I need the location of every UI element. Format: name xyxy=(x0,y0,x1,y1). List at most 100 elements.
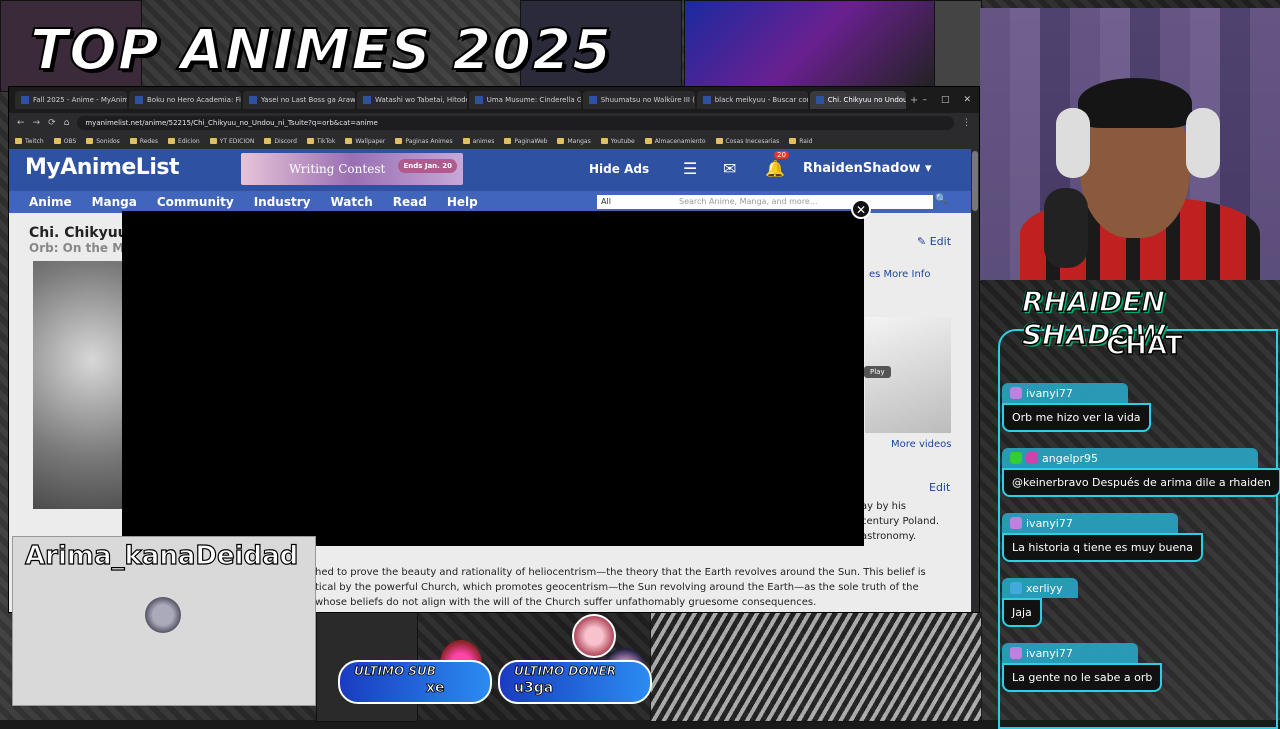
synopsis-edit-link[interactable]: Edit xyxy=(929,481,950,494)
mail-icon[interactable]: ✉ xyxy=(723,159,736,178)
more-info-tab[interactable]: es More Info xyxy=(869,269,930,280)
tab-label: black meikyuu - Buscar con xyxy=(714,96,808,104)
nav-item-help[interactable]: Help xyxy=(447,195,478,209)
folder-icon xyxy=(168,138,176,144)
minimize-icon[interactable]: – xyxy=(922,95,927,105)
search-icon[interactable]: 🔍 xyxy=(935,194,947,205)
bookmark-item[interactable]: TikTok xyxy=(306,138,335,145)
flower-emblem-icon xyxy=(572,614,616,658)
bookmark-item[interactable]: Cosas Inecesarias xyxy=(715,137,780,145)
bookmark-label: Sonidos xyxy=(96,137,120,145)
maximize-icon[interactable]: □ xyxy=(941,95,950,105)
extensions-icon[interactable]: ⋮ xyxy=(962,118,971,128)
sub-badge-icon xyxy=(1010,517,1022,529)
home-icon[interactable]: ⌂ xyxy=(64,118,70,128)
chat-username-bar: angelpr95 xyxy=(1002,448,1258,468)
tab-label: Fall 2025 - Anime - MyAnime xyxy=(33,96,127,104)
tab-favicon-icon xyxy=(249,96,257,104)
close-icon[interactable]: ✕ xyxy=(963,95,971,105)
anime-poster[interactable] xyxy=(33,261,131,509)
bookmark-item[interactable]: YT EDICION xyxy=(209,137,255,145)
folder-icon xyxy=(264,138,272,144)
browser-tab[interactable]: Fall 2025 - Anime - MyAnime xyxy=(15,91,127,109)
writing-contest-banner[interactable]: Writing Contest Ends Jan. 20 xyxy=(241,153,463,185)
bell-icon[interactable]: 🔔 xyxy=(765,159,785,178)
bookmark-label: Discord xyxy=(274,137,297,145)
bookmark-label: Wallpaper xyxy=(355,137,386,145)
synopsis-text: hed to prove the beauty and rationality … xyxy=(315,565,926,610)
folder-icon xyxy=(86,138,94,144)
synopsis-right-line: century Poland. xyxy=(861,516,940,527)
nav-item-industry[interactable]: Industry xyxy=(254,195,311,209)
folder-icon xyxy=(557,138,565,144)
new-tab-button[interactable]: + xyxy=(908,95,921,106)
bookmark-item[interactable]: PaginaWeb xyxy=(504,138,547,145)
last-sub-label: ULTIMO SUB xyxy=(354,664,437,679)
back-icon[interactable]: ← xyxy=(17,118,25,128)
browser-tab[interactable]: black meikyuu - Buscar con xyxy=(696,91,808,109)
chat-username-bar: ivanyi77 xyxy=(1002,383,1128,403)
bookmark-label: Redes xyxy=(139,137,159,145)
bookmark-label: YT EDICION xyxy=(219,137,255,145)
browser-tab[interactable]: Watashi wo Tabetai, Hitode xyxy=(357,91,467,109)
url-field[interactable]: myanimelist.net/anime/52215/Chi_Chikyuu_… xyxy=(77,116,954,130)
browser-tab[interactable]: Uma Musume: Cinderella Gr xyxy=(468,91,581,109)
bookmark-label: Cosas Inecesarias xyxy=(725,137,780,145)
nav-item-watch[interactable]: Watch xyxy=(330,195,372,209)
edit-link[interactable]: ✎ Edit xyxy=(917,235,951,248)
bookmark-item[interactable]: Mangas xyxy=(557,138,591,145)
browser-tab[interactable]: Yasei no Last Boss ga Arawa xyxy=(243,91,355,109)
window-controls: – □ ✕ xyxy=(922,95,979,105)
bookmark-label: Edicion xyxy=(178,137,200,145)
bookmark-item[interactable]: OBS xyxy=(53,138,76,145)
sub-badge-icon xyxy=(1010,582,1022,594)
sub-badge-icon xyxy=(1010,387,1022,399)
bookmark-item[interactable]: animes xyxy=(462,138,494,145)
microphone-icon xyxy=(1044,188,1088,268)
bookmark-item[interactable]: Redes xyxy=(129,137,159,145)
folder-icon xyxy=(504,138,512,144)
bookmark-item[interactable]: Edicion xyxy=(168,138,200,145)
tab-favicon-icon xyxy=(474,96,483,104)
bookmark-item[interactable]: Almacenamiento xyxy=(644,138,706,145)
bookmark-item[interactable]: Youtube xyxy=(600,138,635,145)
browser-tab[interactable]: Chi. Chikyuu no Undou xyxy=(809,91,906,109)
play-button[interactable]: Play xyxy=(864,366,891,378)
video-player[interactable] xyxy=(122,211,864,546)
chat-message: ivanyi77 La gente no le sabe a orb xyxy=(1002,643,1163,692)
browser-tab[interactable]: Boku no Hero Academia: Fin xyxy=(129,91,241,109)
tab-favicon-icon xyxy=(588,96,597,104)
nav-item-manga[interactable]: Manga xyxy=(92,195,137,209)
close-video-icon[interactable]: ✕ xyxy=(851,199,871,219)
bookmark-item[interactable]: Wallpaper xyxy=(345,138,385,145)
nav-item-anime[interactable]: Anime xyxy=(29,195,72,209)
search-category-select[interactable]: All xyxy=(597,195,675,209)
page-scrollbar[interactable] xyxy=(971,149,979,612)
bookmark-item[interactable]: Twitch xyxy=(15,138,44,145)
search-input[interactable]: Search Anime, Manga, and more... xyxy=(675,195,933,209)
bookmark-item[interactable]: Discord xyxy=(264,138,297,145)
browser-tab[interactable]: Shuumatsu no Walküre III (T xyxy=(582,91,695,109)
hide-ads-link[interactable]: Hide Ads xyxy=(589,162,649,176)
user-menu[interactable]: RhaidenShadow ▾ xyxy=(803,161,932,176)
tab-label: Yasei no Last Boss ga Arawa xyxy=(261,96,355,104)
list-icon[interactable]: ☰ xyxy=(683,159,697,178)
mal-nav: Anime Manga Community Industry Watch Read Help… xyxy=(9,191,979,213)
forward-icon[interactable]: → xyxy=(33,118,41,128)
folder-icon xyxy=(209,138,217,144)
headset-right-icon xyxy=(1186,108,1220,178)
scrollbar-thumb[interactable] xyxy=(972,151,978,211)
bookmark-item[interactable]: Raid xyxy=(789,138,812,145)
bookmark-item[interactable]: Sonidos xyxy=(86,138,120,145)
folder-icon xyxy=(306,138,314,144)
more-videos-link[interactable]: More videos xyxy=(891,439,952,450)
chat-text: La historia q tiene es muy buena xyxy=(1002,533,1203,562)
chat-username: ivanyi77 xyxy=(1026,646,1073,660)
reload-icon[interactable]: ⟳ xyxy=(48,118,56,128)
nav-item-read[interactable]: Read xyxy=(393,195,427,209)
nav-item-community[interactable]: Community xyxy=(157,195,234,209)
chat-username: ivanyi77 xyxy=(1026,386,1073,400)
bookmark-item[interactable]: Paginas Animes xyxy=(395,138,453,145)
mal-logo[interactable]: MyAnimeList xyxy=(25,155,179,180)
tab-label: Watashi wo Tabetai, Hitode xyxy=(375,96,467,104)
